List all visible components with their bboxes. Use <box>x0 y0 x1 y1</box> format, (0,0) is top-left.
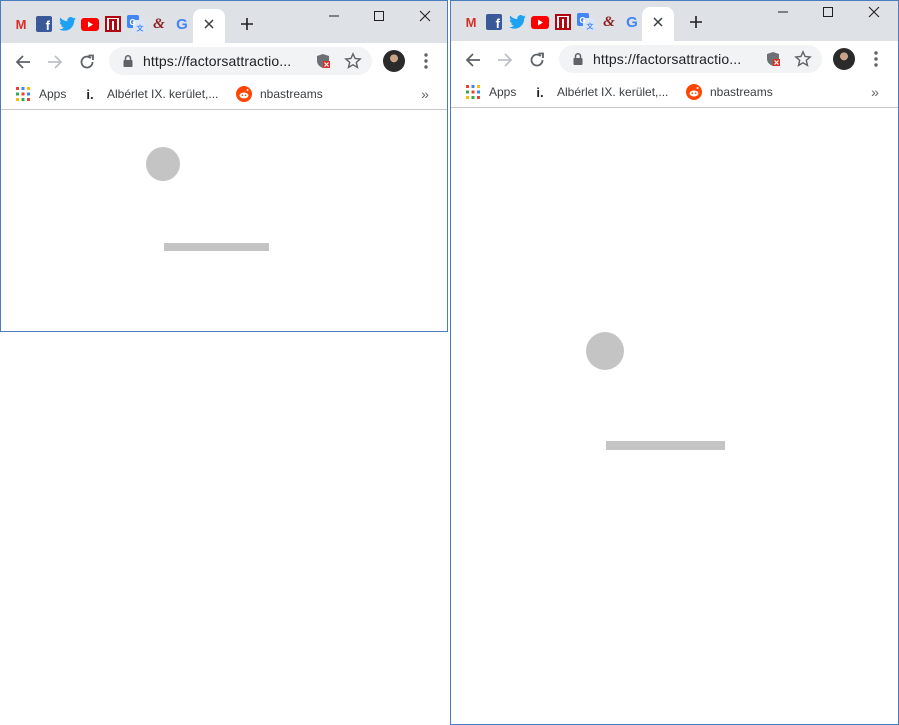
address-bar[interactable]: https://factorsattractio... <box>109 47 372 75</box>
gmail-icon[interactable]: M <box>12 15 30 33</box>
twitter-icon[interactable] <box>508 13 526 31</box>
bookmarks-bar: Apps i. Albérlet IX. kerület,... nbastre… <box>451 77 898 108</box>
tab-close-icon[interactable] <box>649 13 667 31</box>
google-icon[interactable]: G <box>173 15 191 33</box>
loading-placeholder-circle <box>586 332 624 370</box>
profile-avatar[interactable] <box>833 48 855 70</box>
close-window-button[interactable] <box>410 7 440 25</box>
google-translate-icon[interactable]: G文 <box>127 15 145 33</box>
bookmark-label: nbastreams <box>260 87 323 101</box>
forward-button[interactable] <box>494 49 516 71</box>
svg-text:G: G <box>580 16 586 25</box>
bookmark-label: Apps <box>39 87 67 101</box>
browser-toolbar: https://factorsattractio... <box>1 43 447 79</box>
tab-strip: M f G文 & G <box>1 1 447 43</box>
browser-window-left: M f G文 & G https://factorsattractio... A… <box>0 0 448 332</box>
browser-menu-button[interactable] <box>867 50 885 68</box>
google-translate-icon[interactable]: G文 <box>577 13 595 31</box>
bookmark-label: Albérlet IX. kerület,... <box>107 87 219 101</box>
netflix-icon[interactable] <box>554 13 572 31</box>
bookmark-alberlet[interactable]: i. Albérlet IX. kerület,... <box>84 84 218 104</box>
page-viewport <box>451 108 898 724</box>
svg-text:文: 文 <box>587 22 595 31</box>
reload-button[interactable] <box>76 51 98 73</box>
bookmark-apps[interactable]: Apps <box>15 84 66 104</box>
netflix-icon[interactable] <box>104 15 122 33</box>
info-favicon-icon: i. <box>536 84 544 100</box>
apps-grid-icon <box>465 84 481 100</box>
youtube-icon[interactable] <box>81 15 99 33</box>
facebook-icon[interactable]: f <box>35 15 53 33</box>
back-button[interactable] <box>12 51 34 73</box>
maximize-button[interactable] <box>813 3 843 21</box>
privacy-badger-icon[interactable] <box>315 53 331 69</box>
loading-placeholder-bar <box>164 243 269 251</box>
loading-placeholder-circle <box>146 147 180 181</box>
tab-strip: M f G文 & G <box>451 1 898 41</box>
reddit-icon <box>236 86 252 102</box>
tab-close-icon[interactable] <box>200 15 218 33</box>
forward-button[interactable] <box>44 51 66 73</box>
gmail-icon[interactable]: M <box>462 13 480 31</box>
svg-text:G: G <box>130 18 136 27</box>
bookmark-label: nbastreams <box>710 85 773 99</box>
url-text[interactable]: https://factorsattractio... <box>143 53 291 69</box>
browser-toolbar: https://factorsattractio... <box>451 41 898 77</box>
new-tab-button[interactable] <box>687 13 705 31</box>
facebook-glyph: f <box>486 14 502 30</box>
reddit-icon <box>686 84 702 100</box>
bookmark-star-icon[interactable] <box>794 50 812 68</box>
address-bar[interactable]: https://factorsattractio... <box>559 45 822 73</box>
bookmark-label: Albérlet IX. kerület,... <box>557 85 669 99</box>
bookmarks-overflow-button[interactable]: » <box>867 82 883 102</box>
minimize-button[interactable] <box>319 7 349 25</box>
back-button[interactable] <box>462 49 484 71</box>
new-tab-button[interactable] <box>238 15 256 33</box>
ampersand-site-icon[interactable]: & <box>600 13 618 31</box>
page-viewport <box>1 110 447 331</box>
facebook-glyph: f <box>36 16 52 32</box>
bookmark-nbastreams[interactable]: nbastreams <box>236 84 323 104</box>
close-window-button[interactable] <box>859 3 889 21</box>
apps-grid-icon <box>15 86 31 102</box>
info-favicon-icon: i. <box>86 86 94 102</box>
google-icon[interactable]: G <box>623 13 641 31</box>
reload-button[interactable] <box>526 49 548 71</box>
privacy-badger-icon[interactable] <box>765 51 781 67</box>
bookmark-star-icon[interactable] <box>344 52 362 70</box>
ampersand-site-icon[interactable]: & <box>150 15 168 33</box>
lock-icon[interactable] <box>571 52 585 66</box>
lock-icon[interactable] <box>121 54 135 68</box>
bookmark-nbastreams[interactable]: nbastreams <box>686 82 773 102</box>
url-text[interactable]: https://factorsattractio... <box>593 51 741 67</box>
svg-text:文: 文 <box>137 24 145 33</box>
browser-window-right: M f G文 & G https://factorsattractio... A… <box>450 0 899 725</box>
maximize-button[interactable] <box>364 7 394 25</box>
browser-menu-button[interactable] <box>417 52 435 70</box>
loading-placeholder-bar <box>606 441 725 450</box>
bookmark-apps[interactable]: Apps <box>465 82 516 102</box>
bookmarks-overflow-button[interactable]: » <box>417 84 433 104</box>
profile-avatar[interactable] <box>383 50 405 72</box>
bookmark-label: Apps <box>489 85 517 99</box>
bookmarks-bar: Apps i. Albérlet IX. kerület,... nbastre… <box>1 79 447 110</box>
youtube-icon[interactable] <box>531 13 549 31</box>
facebook-icon[interactable]: f <box>485 13 503 31</box>
minimize-button[interactable] <box>768 3 798 21</box>
bookmark-alberlet[interactable]: i. Albérlet IX. kerület,... <box>534 82 668 102</box>
twitter-icon[interactable] <box>58 15 76 33</box>
